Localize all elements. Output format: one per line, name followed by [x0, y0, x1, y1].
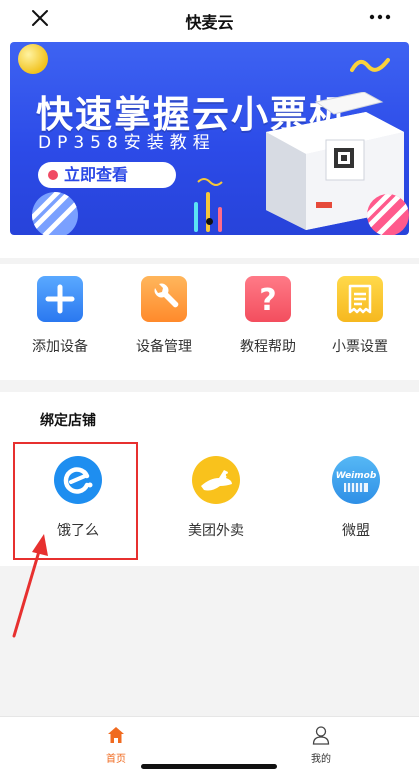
top-bar: 快麦云	[0, 0, 419, 38]
decor-squiggle	[350, 58, 390, 72]
meituan-kangaroo-icon	[192, 456, 240, 504]
question-icon: ?	[245, 276, 291, 322]
store-meituan[interactable]: 美团外卖	[156, 456, 276, 540]
receipt-icon	[337, 276, 383, 322]
action-label: 教程帮助	[240, 339, 296, 355]
quick-actions: 添加设备 设备管理 ? 教程帮助 小票设置	[0, 264, 419, 380]
home-icon	[108, 727, 124, 743]
page-title: 快麦云	[185, 13, 234, 32]
store-label: 微盟	[342, 523, 370, 539]
view-now-label: 立即查看	[64, 165, 129, 184]
wrench-icon	[141, 276, 187, 322]
annotation-arrow	[12, 534, 48, 638]
action-label: 添加设备	[32, 339, 88, 355]
section-title: 绑定店铺	[40, 413, 96, 429]
home-indicator	[141, 764, 277, 769]
tab-label: 我的	[311, 754, 331, 765]
svg-text:?: ?	[259, 283, 276, 318]
svg-text:Weimob: Weimob	[336, 471, 377, 481]
add-device-button[interactable]: 添加设备	[8, 276, 112, 356]
store-weimob[interactable]: Weimob 微盟	[296, 456, 416, 540]
weimob-icon: Weimob	[332, 456, 380, 504]
action-label: 设备管理	[136, 339, 192, 355]
tutorial-help-button[interactable]: ? 教程帮助	[216, 276, 320, 356]
action-label: 小票设置	[332, 339, 388, 355]
tab-label: 首页	[106, 754, 126, 765]
tab-mine[interactable]: 我的	[291, 725, 351, 765]
store-label: 美团外卖	[188, 523, 244, 539]
bottom-tab-bar: 首页 我的	[0, 716, 419, 771]
tab-home[interactable]: 首页	[86, 725, 146, 765]
decor-ball	[18, 44, 48, 74]
decor-bars	[194, 178, 223, 232]
banner-section: 快速掌握云小票机 DP358安装教程 立即查看	[0, 38, 419, 258]
receipt-settings-button[interactable]: 小票设置	[308, 276, 412, 356]
carousel-indicator	[206, 218, 213, 225]
promo-banner[interactable]: 快速掌握云小票机 DP358安装教程 立即查看	[10, 42, 409, 235]
user-icon	[312, 726, 330, 745]
decor-stripes-ball	[367, 194, 409, 235]
view-now-button[interactable]: 立即查看	[38, 162, 176, 188]
plus-icon	[37, 276, 83, 322]
bullet-icon	[48, 170, 58, 180]
more-icon[interactable]	[367, 8, 393, 26]
decor-stripes-ball	[32, 192, 78, 235]
device-management-button[interactable]: 设备管理	[112, 276, 216, 356]
banner-subline: DP358安装教程	[38, 133, 216, 153]
